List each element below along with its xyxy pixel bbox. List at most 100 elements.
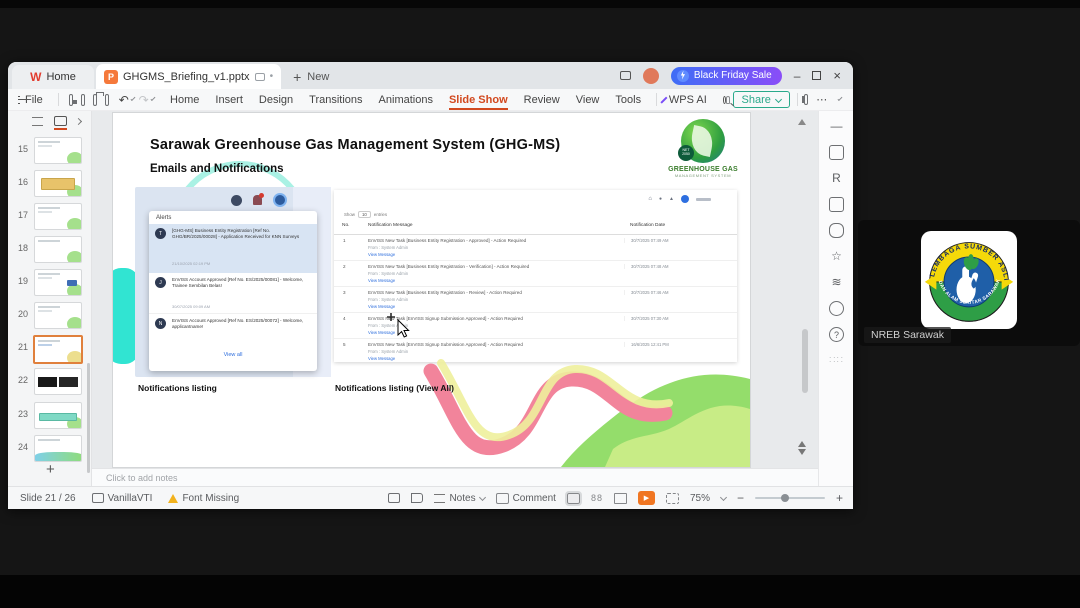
menu-slide-show[interactable]: Slide Show xyxy=(441,94,516,110)
restore-button[interactable] xyxy=(812,71,822,80)
comment-panel-icon[interactable] xyxy=(829,223,844,238)
zoom-slider[interactable] xyxy=(754,494,825,502)
arrange-windows-icon[interactable] xyxy=(619,71,631,80)
menu-file[interactable]: File xyxy=(25,94,51,106)
menu-design[interactable]: Design xyxy=(251,94,301,106)
outline-view-icon[interactable] xyxy=(32,117,43,126)
page-setup-icon[interactable] xyxy=(388,493,401,503)
notes-toggle[interactable]: Notes xyxy=(434,493,486,504)
slide-thumbnail-18[interactable] xyxy=(34,236,82,263)
sidebar-toggle-icon[interactable] xyxy=(802,94,809,105)
row-message: EnVISS New Task [Business Entity Registr… xyxy=(368,238,527,243)
menu-wps-ai[interactable]: WPS AI xyxy=(669,94,715,106)
slide-thumbnail-19[interactable] xyxy=(34,269,82,296)
menu-view[interactable]: View xyxy=(568,94,608,106)
cloud-sync-icon[interactable] xyxy=(725,95,731,104)
slide-thumbnail-22[interactable] xyxy=(34,368,82,395)
save-icon[interactable] xyxy=(68,93,78,106)
add-slide-button[interactable]: + xyxy=(46,461,55,478)
comment-button[interactable]: Comment xyxy=(495,492,556,504)
caption-left: Notifications listing xyxy=(138,383,217,393)
close-button[interactable]: × xyxy=(833,69,841,82)
slide-thumbnail-23[interactable] xyxy=(34,402,82,429)
panel-scrollbar[interactable] xyxy=(87,363,90,473)
more-options-icon[interactable]: ⋯ xyxy=(816,93,828,106)
slide-title: Sarawak Greenhouse Gas Management System… xyxy=(150,137,561,153)
zoom-in-button[interactable]: + xyxy=(836,491,843,505)
slide-canvas[interactable]: Sarawak Greenhouse Gas Management System… xyxy=(113,113,750,467)
col-no: No. xyxy=(342,223,350,228)
shapes-icon[interactable] xyxy=(829,197,844,212)
slide-thumbnail-16[interactable] xyxy=(34,170,82,197)
slide-thumbnail-24[interactable] xyxy=(34,435,82,462)
zoom-slider-handle[interactable] xyxy=(780,494,789,502)
toolbar-more-icon[interactable] xyxy=(150,96,156,101)
undo-icon[interactable]: ↶ xyxy=(119,93,129,107)
apps-grid-icon[interactable]: ∷∷ xyxy=(829,353,844,368)
exit-icon[interactable] xyxy=(411,493,424,503)
slide-thumbnail-20[interactable] xyxy=(34,302,82,329)
redo-icon[interactable]: ↷ xyxy=(139,93,149,107)
document-tab[interactable]: P GHGMS_Briefing_v1.pptx • xyxy=(96,64,282,89)
slide-number: 24 xyxy=(17,442,28,452)
theme-button[interactable]: VanillaVTI xyxy=(91,493,152,504)
fullscreen-icon[interactable] xyxy=(665,492,679,504)
slideshow-play-button[interactable]: ▶ xyxy=(637,491,655,505)
help-icon[interactable]: ? xyxy=(829,327,844,342)
slide-number: 20 xyxy=(17,309,28,319)
previous-slide-button[interactable] xyxy=(798,437,806,447)
print-preview-icon[interactable] xyxy=(104,93,109,106)
alert-text: EnVISS Account Approved [Ref No. ES/2025… xyxy=(172,318,304,330)
slide-sorter-icon[interactable]: 88 xyxy=(591,493,603,503)
new-tab-button[interactable]: + New xyxy=(293,65,329,89)
row-date: 30/7/2025 07:30 AM xyxy=(624,316,669,321)
thumbnail-view-icon[interactable] xyxy=(54,116,67,130)
slide-subtitle: Emails and Notifications xyxy=(150,163,284,175)
notes-bar[interactable]: Click to add notes xyxy=(92,468,818,486)
scroll-up-arrow[interactable] xyxy=(798,115,806,125)
quick-tools-icon[interactable] xyxy=(829,145,844,160)
export-pdf-icon[interactable] xyxy=(80,93,85,106)
menu-transitions[interactable]: Transitions xyxy=(301,94,370,106)
reading-view-icon[interactable] xyxy=(613,492,627,504)
menu-home[interactable]: Home xyxy=(162,94,207,106)
info-icon xyxy=(231,194,242,206)
row-date: 16/6/2025 12:41 PM xyxy=(624,342,669,347)
home-tab[interactable]: W Home xyxy=(12,65,94,89)
menu-tools[interactable]: Tools xyxy=(607,94,649,106)
canvas-scrollbar[interactable] xyxy=(802,329,808,393)
tab-split-icon[interactable] xyxy=(254,72,265,81)
menu-animations[interactable]: Animations xyxy=(371,94,441,106)
minimize-button[interactable]: – xyxy=(794,70,801,82)
wps-office-window: W Home P GHGMS_Briefing_v1.pptx • + New … xyxy=(8,62,853,509)
menu-insert[interactable]: Insert xyxy=(207,94,251,106)
participant-video-tile[interactable]: LEMBAGA SUMBER ASLI DAN ALAM SEKITAR SAR… xyxy=(858,220,1080,346)
collapse-ribbon-icon[interactable] xyxy=(837,96,843,101)
promo-button[interactable]: Black Friday Sale xyxy=(670,66,782,85)
slide-thumbnail-15[interactable] xyxy=(34,137,82,164)
ghgms-logo: NET 2050 GREENHOUSE GAS MANAGEMENT SYSTE… xyxy=(665,119,741,178)
text-style-icon[interactable]: R xyxy=(829,171,844,186)
font-missing-warning[interactable]: Font Missing xyxy=(168,493,239,504)
next-slide-button[interactable] xyxy=(798,449,806,459)
zoom-out-button[interactable]: − xyxy=(737,491,744,505)
collapse-panel-icon[interactable] xyxy=(74,117,83,126)
history-clock-icon[interactable] xyxy=(829,301,844,316)
slide-thumbnail-21-selected[interactable] xyxy=(33,335,83,364)
undo-dropdown-icon[interactable] xyxy=(130,96,136,101)
zoom-dropdown-icon[interactable] xyxy=(719,493,728,501)
slide-thumbnail-17[interactable] xyxy=(34,203,82,230)
row-no: 3 xyxy=(343,290,346,295)
normal-view-icon[interactable] xyxy=(564,490,582,506)
share-button[interactable]: Share xyxy=(732,91,790,108)
account-avatar[interactable] xyxy=(642,67,659,84)
slide-number: 22 xyxy=(17,375,28,385)
menu-review[interactable]: Review xyxy=(516,94,568,106)
print-icon[interactable] xyxy=(92,91,104,106)
hamburger-icon[interactable] xyxy=(18,95,28,104)
collapse-rail-icon[interactable]: — xyxy=(829,119,844,134)
search-icon[interactable] xyxy=(722,95,726,104)
favorites-icon[interactable]: ☆ xyxy=(829,249,844,264)
zoom-level[interactable]: 75% xyxy=(690,493,710,504)
settings-sliders-icon[interactable]: ≋ xyxy=(829,275,844,290)
